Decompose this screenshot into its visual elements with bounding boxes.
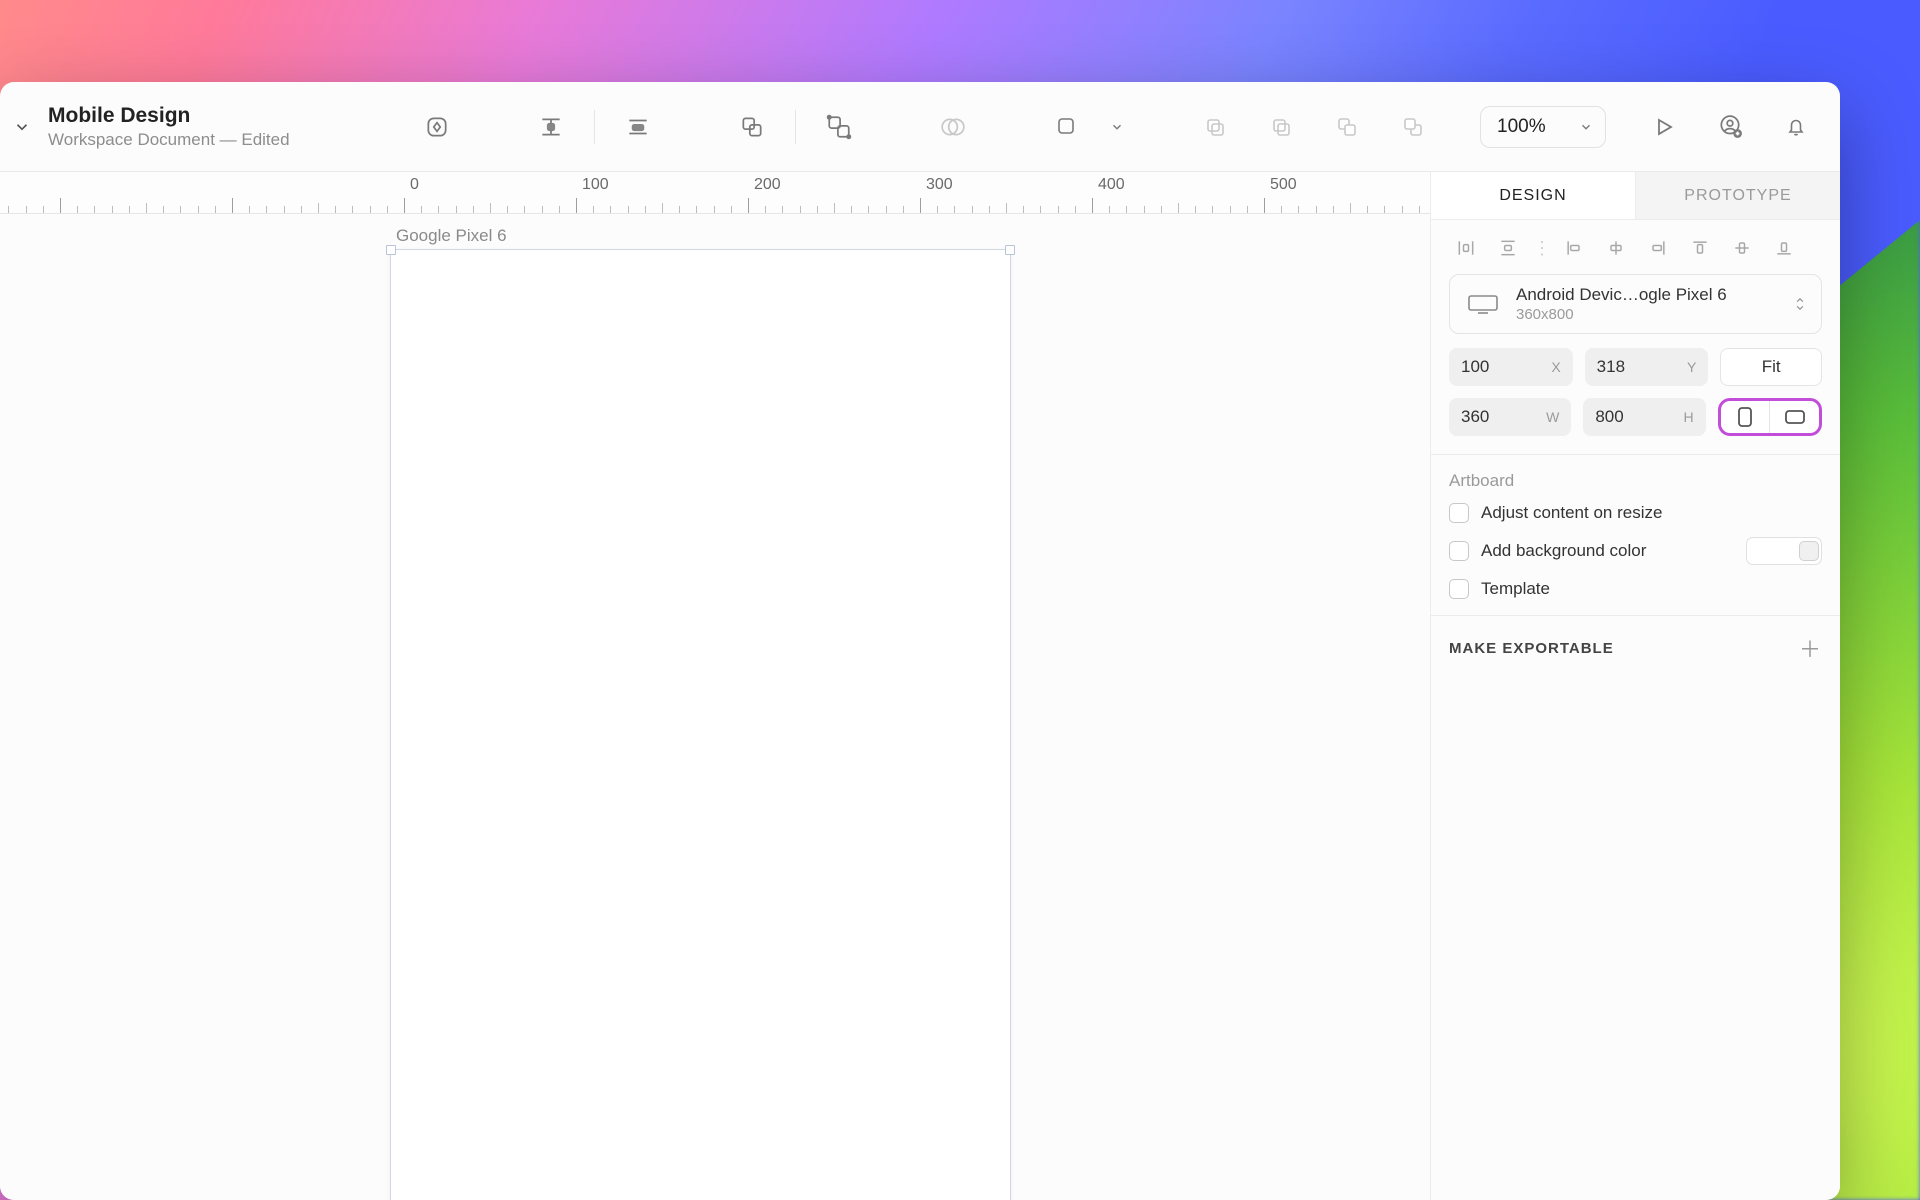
adjust-on-resize-row[interactable]: Adjust content on resize — [1449, 503, 1822, 523]
app-window: Mobile Design Workspace Document — Edite… — [0, 82, 1840, 1200]
align-dist-v-icon[interactable] — [1491, 234, 1525, 262]
fit-button[interactable]: Fit — [1720, 348, 1822, 386]
send-to-back-icon[interactable] — [1384, 106, 1442, 148]
inspector-tabs: DESIGN PROTOTYPE — [1431, 172, 1840, 220]
align-bottom-icon[interactable] — [1767, 234, 1801, 262]
plus-icon[interactable]: ＋ — [1799, 632, 1822, 664]
add-bg-color-row[interactable]: Add background color — [1449, 537, 1822, 565]
orientation-landscape-icon[interactable] — [1770, 401, 1819, 433]
zoom-value: 100% — [1497, 116, 1546, 138]
back-chevron-icon[interactable] — [8, 113, 36, 141]
align-dist-h-icon[interactable] — [1449, 234, 1483, 262]
template-label: Template — [1481, 579, 1550, 599]
inspector-artboard-section: Artboard Adjust content on resize Add ba… — [1431, 455, 1840, 616]
title-block: Mobile Design Workspace Document — Edite… — [48, 104, 290, 150]
bring-to-front-icon[interactable] — [1318, 106, 1376, 148]
selection-handle-tl[interactable] — [386, 245, 396, 255]
device-preset-card[interactable]: Android Devic…ogle Pixel 6 360x800 — [1449, 274, 1822, 334]
artboard-section-label: Artboard — [1449, 471, 1822, 491]
template-row[interactable]: Template — [1449, 579, 1822, 599]
document-title: Mobile Design — [48, 104, 290, 128]
mask-dropdown-chevron-icon[interactable] — [1104, 106, 1130, 148]
bring-forward-icon[interactable] — [1186, 106, 1244, 148]
x-input[interactable]: 100X — [1449, 348, 1573, 386]
distribute-vertical-icon[interactable] — [522, 106, 580, 148]
adjust-on-resize-checkbox[interactable] — [1449, 503, 1469, 523]
tab-prototype[interactable]: PROTOTYPE — [1635, 172, 1840, 219]
titlebar: Mobile Design Workspace Document — Edite… — [0, 82, 1840, 172]
notifications-bell-icon[interactable] — [1774, 106, 1818, 148]
boolean-icon[interactable] — [924, 106, 982, 148]
selection-handle-tr[interactable] — [1005, 245, 1015, 255]
make-exportable-label: MAKE EXPORTABLE — [1449, 640, 1614, 657]
device-dimensions: 360x800 — [1516, 306, 1779, 323]
y-input[interactable]: 318Y — [1585, 348, 1709, 386]
send-backward-icon[interactable] — [1252, 106, 1310, 148]
group-icon[interactable] — [723, 106, 781, 148]
inspector-panel: DESIGN PROTOTYPE ⋮ — [1430, 172, 1840, 1200]
canvas-area[interactable]: -600-5001002003004005000 Google Pixel 6 — [0, 172, 1430, 1200]
share-avatar-icon[interactable] — [1708, 106, 1752, 148]
insert-shape-icon[interactable] — [408, 106, 466, 148]
align-right-icon[interactable] — [1641, 234, 1675, 262]
mask-icon[interactable] — [1038, 106, 1096, 148]
inspector-alignment-section: ⋮ Android Devic…ogle Pixel 6 360x800 — [1431, 220, 1840, 455]
ruler-horizontal: -600-5001002003004005000 — [0, 172, 1430, 214]
make-exportable-row[interactable]: MAKE EXPORTABLE ＋ — [1431, 616, 1840, 680]
distribute-horizontal-icon[interactable] — [609, 106, 667, 148]
artboard[interactable] — [391, 250, 1010, 1200]
chevron-updown-icon — [1793, 294, 1807, 314]
play-preview-icon[interactable] — [1642, 106, 1686, 148]
ungroup-icon[interactable] — [810, 106, 868, 148]
align-hcenter-icon[interactable] — [1599, 234, 1633, 262]
add-bg-color-checkbox[interactable] — [1449, 541, 1469, 561]
orientation-toggle — [1718, 398, 1822, 436]
align-separator: ⋮ — [1533, 238, 1549, 259]
artboard-label[interactable]: Google Pixel 6 — [396, 226, 507, 246]
tab-design[interactable]: DESIGN — [1431, 172, 1635, 219]
orientation-portrait-icon[interactable] — [1721, 401, 1771, 433]
w-input[interactable]: 360W — [1449, 398, 1571, 436]
align-top-icon[interactable] — [1683, 234, 1717, 262]
document-subtitle: Workspace Document — Edited — [48, 130, 290, 150]
bg-color-swatch[interactable] — [1746, 537, 1822, 565]
adjust-on-resize-label: Adjust content on resize — [1481, 503, 1662, 523]
device-icon — [1464, 290, 1502, 318]
align-left-icon[interactable] — [1557, 234, 1591, 262]
align-vcenter-icon[interactable] — [1725, 234, 1759, 262]
h-input[interactable]: 800H — [1583, 398, 1705, 436]
swatch-handle — [1799, 541, 1819, 561]
template-checkbox[interactable] — [1449, 579, 1469, 599]
add-bg-color-label: Add background color — [1481, 541, 1646, 561]
chevron-down-icon — [1579, 120, 1593, 134]
zoom-select[interactable]: 100% — [1480, 106, 1606, 148]
device-name: Android Devic…ogle Pixel 6 — [1516, 285, 1779, 305]
